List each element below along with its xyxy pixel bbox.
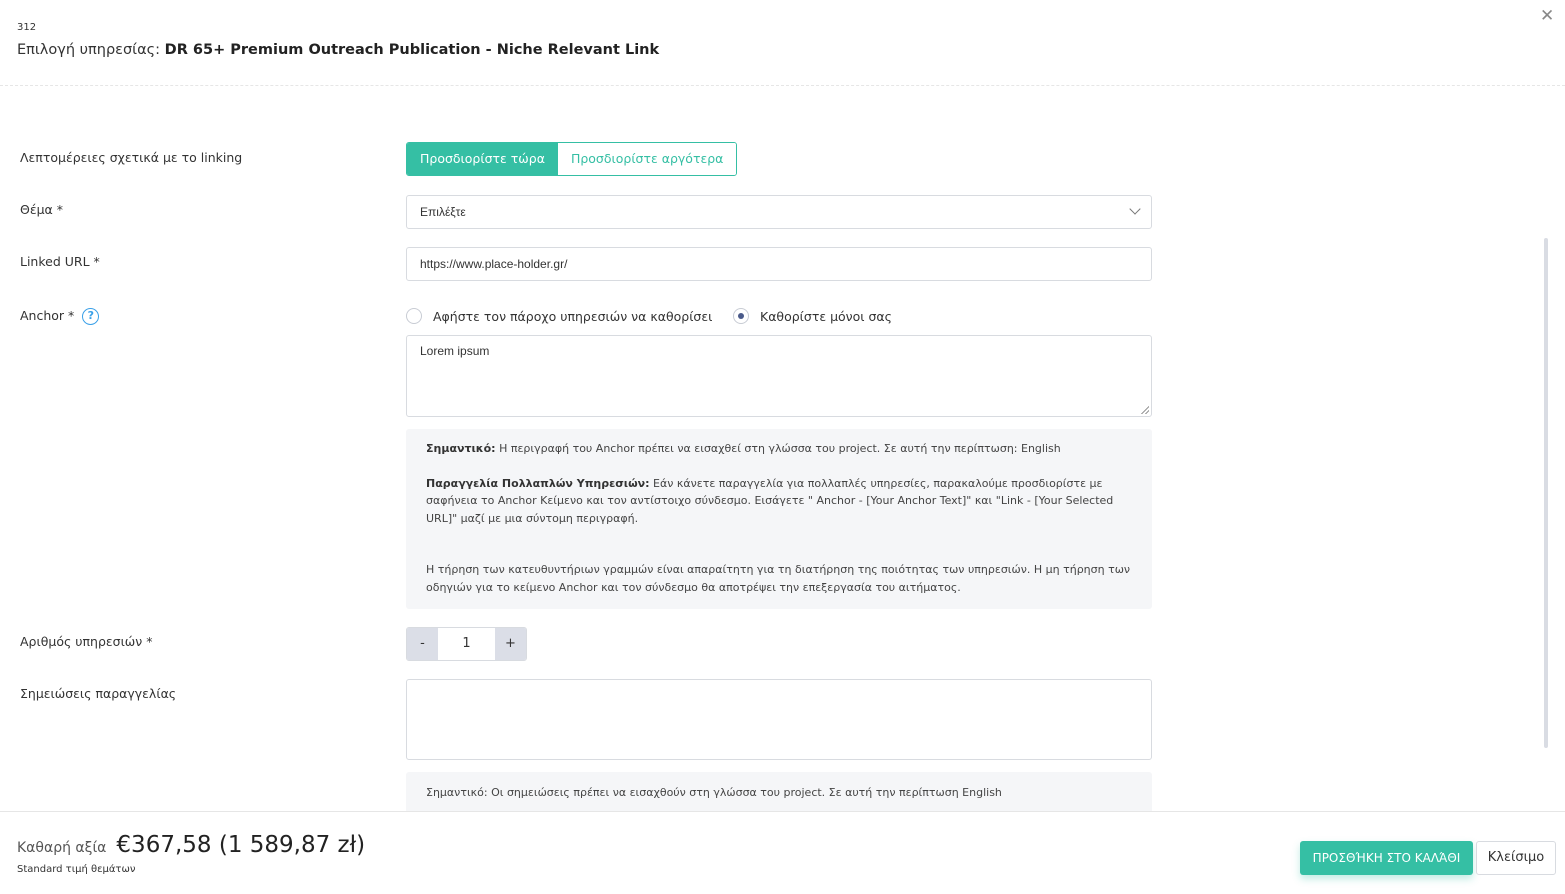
anchor-value: Lorem ipsum: [420, 344, 490, 358]
anchor-label: Anchor *?: [20, 308, 100, 325]
linking-toggle: Προσδιορίστε τώρα Προσδιορίστε αργότερα: [406, 142, 738, 176]
title-prefix: Επιλογή υπηρεσίας:: [17, 42, 161, 58]
quantity-input[interactable]: 1: [438, 628, 495, 660]
topic-value: Επιλέξτε: [420, 205, 466, 219]
anchor-info-box: Σημαντικό: Η περιγραφή του Anchor πρέπει…: [406, 429, 1152, 609]
net-value: Καθαρή αξία €367,58 (1 589,87 zł): [17, 832, 365, 858]
specify-later-button[interactable]: Προσδιορίστε αργότερα: [557, 143, 737, 175]
close-icon[interactable]: ✕: [1540, 6, 1554, 26]
modal-title: Επιλογή υπηρεσίας: DR 65+ Premium Outrea…: [17, 42, 659, 58]
service-name: DR 65+ Premium Outreach Publication - Ni…: [164, 42, 660, 58]
quantity-stepper: - 1 +: [406, 627, 527, 661]
important-note: Σημαντικό: Η περιγραφή του Anchor πρέπει…: [426, 440, 1132, 458]
close-button[interactable]: Κλείσιμο: [1476, 841, 1556, 875]
increment-button[interactable]: +: [495, 628, 526, 660]
specify-now-button[interactable]: Προσδιορίστε τώρα: [407, 143, 558, 175]
notes-label: Σημειώσεις παραγγελίας: [20, 686, 177, 701]
price: €367,58 (1 589,87 zł): [116, 832, 366, 858]
modal-header: 312 Επιλογή υπηρεσίας: DR 65+ Premium Ou…: [0, 0, 1565, 86]
radio-specify-yourself[interactable]: Καθορίστε μόνοι σας: [733, 308, 892, 324]
chevron-down-icon: [1129, 203, 1141, 215]
resize-handle[interactable]: [1141, 406, 1149, 414]
service-id: 312: [17, 22, 37, 33]
order-notes-textarea[interactable]: [406, 679, 1152, 760]
help-icon[interactable]: ?: [82, 308, 100, 325]
radio-icon: [406, 308, 422, 324]
radio-provider-decides[interactable]: Αφήστε τον πάροχο υπηρεσιών να καθορίσει: [406, 308, 712, 324]
topic-label: Θέμα *: [20, 202, 64, 217]
url-label: Linked URL *: [20, 254, 100, 269]
anchor-label-text: Anchor *: [20, 308, 75, 323]
net-value-label: Καθαρή αξία: [17, 840, 107, 856]
radio-label: Αφήστε τον πάροχο υπηρεσιών να καθορίσει: [433, 308, 713, 324]
quantity-label: Αριθμός υπηρεσιών *: [20, 634, 153, 649]
important-text: Η περιγραφή του Anchor πρέπει να εισαχθε…: [495, 442, 1061, 455]
topic-select[interactable]: Επιλέξτε: [406, 195, 1152, 229]
scrollbar[interactable]: [1544, 238, 1548, 748]
radio-selected-icon: [733, 308, 749, 324]
multi-label: Παραγγελία Πολλαπλών Υπηρεσιών:: [426, 476, 650, 490]
guidelines-note: Η τήρηση των κατευθυντήριων γραμμών είνα…: [426, 563, 1131, 594]
decrement-button[interactable]: -: [407, 628, 438, 660]
important-label: Σημαντικό:: [426, 442, 496, 455]
modal-footer: Καθαρή αξία €367,58 (1 589,87 zł) Standar…: [0, 811, 1565, 894]
add-to-cart-button[interactable]: ΠΡΟΣΘΉΚΗ ΣΤΟ ΚΑΛΆΘΙ: [1300, 841, 1473, 875]
anchor-textarea[interactable]: Lorem ipsum: [406, 335, 1152, 417]
price-note: Standard τιμή θεμάτων: [17, 864, 136, 875]
linking-label: Λεπτομέρειες σχετικά με το linking: [20, 150, 243, 165]
radio-label: Καθορίστε μόνοι σας: [760, 308, 893, 324]
multi-order-note: Παραγγελία Πολλαπλών Υπηρεσιών: Εάν κάνε…: [426, 475, 1132, 528]
linked-url-input[interactable]: https://www.place-holder.gr/: [406, 247, 1152, 281]
